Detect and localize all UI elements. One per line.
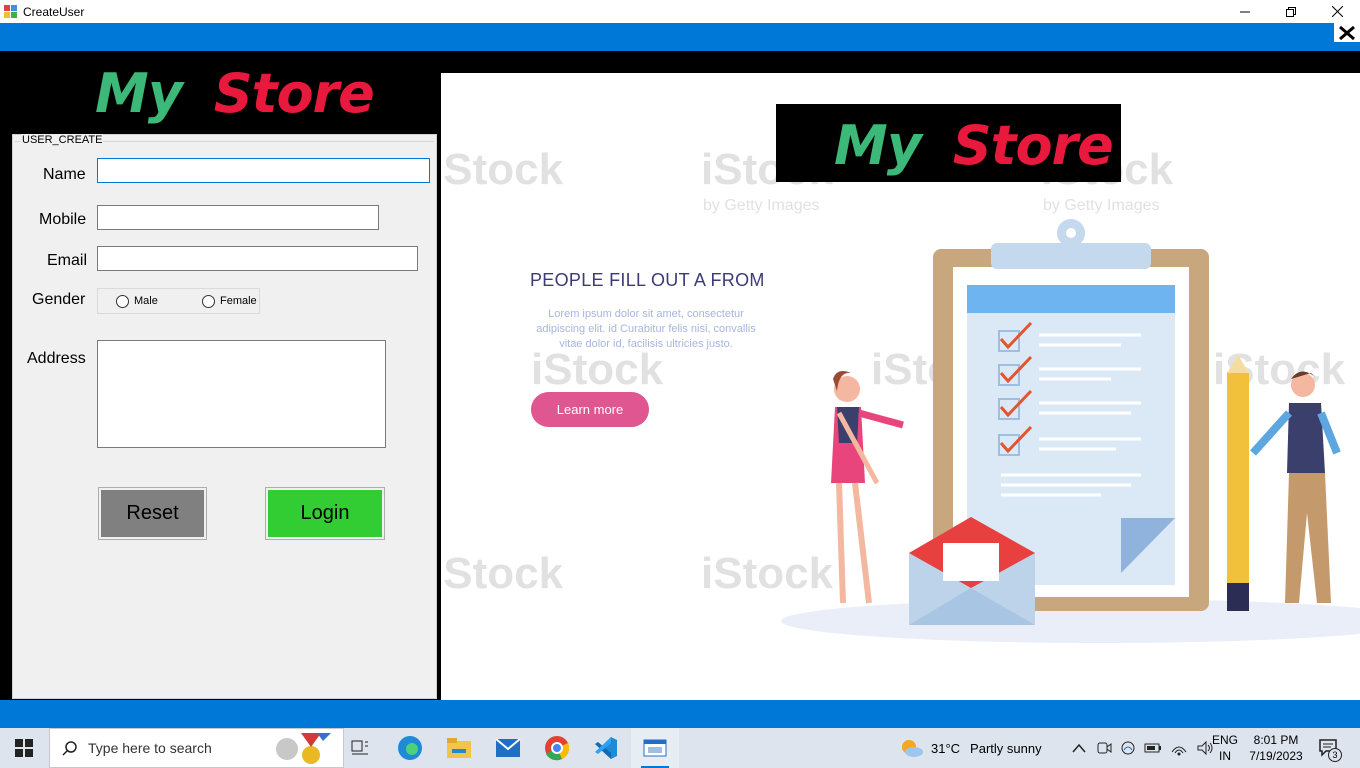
input-language[interactable]: ENG IN	[1210, 732, 1240, 764]
createuser-app-button[interactable]	[631, 728, 679, 768]
meet-now-icon[interactable]	[1096, 740, 1112, 756]
gender-label: Gender	[32, 291, 86, 308]
window-title: CreateUser	[23, 4, 85, 19]
close-icon	[1339, 25, 1355, 40]
edge-button[interactable]	[386, 728, 434, 768]
vscode-button[interactable]	[582, 728, 630, 768]
window-close-button[interactable]	[1314, 0, 1360, 23]
minimize-icon	[1240, 11, 1250, 12]
system-tray	[1066, 728, 1218, 768]
mobile-input[interactable]	[97, 205, 379, 230]
clipboard-illustration	[781, 219, 1360, 643]
male-label: Male	[134, 295, 158, 307]
user-create-group: USER_CREATE Name Mobile Email Gender Mal…	[12, 134, 437, 699]
battery-icon[interactable]	[1144, 741, 1162, 755]
minimize-button[interactable]	[1222, 0, 1268, 23]
clock-date: 7/19/2023	[1249, 749, 1303, 763]
email-label: Email	[47, 252, 88, 269]
weather-partly-sunny-icon	[902, 740, 923, 757]
reset-button-label: Reset	[126, 502, 179, 524]
female-label: Female	[220, 295, 257, 307]
mail-icon	[495, 738, 521, 757]
form-close-button[interactable]	[1334, 23, 1360, 42]
group-title: USER_CREATE	[21, 134, 104, 146]
top-blue-bar	[0, 23, 1360, 51]
task-view-icon	[351, 740, 368, 755]
login-button[interactable]: Login	[265, 487, 385, 540]
taskbar: Type here to search 31°C Partly sunny EN…	[0, 728, 1360, 768]
notification-center-button[interactable]: 3	[1318, 728, 1342, 768]
clock[interactable]: 8:01 PM 7/19/2023	[1248, 732, 1304, 764]
start-button[interactable]	[0, 728, 48, 768]
search-placeholder: Type here to search	[88, 740, 212, 756]
search-highlight-icon	[276, 733, 331, 764]
chevron-up-icon[interactable]	[1072, 743, 1086, 753]
restore-button[interactable]	[1268, 0, 1314, 23]
restore-icon	[1286, 6, 1296, 17]
app-window-icon	[643, 739, 667, 757]
name-input[interactable]	[97, 158, 430, 183]
search-icon	[62, 741, 77, 756]
clock-time: 8:01 PM	[1253, 733, 1299, 747]
store-logo: My Store	[95, 62, 375, 125]
window-titlebar: CreateUser	[0, 0, 1360, 23]
notification-badge: 3	[1328, 748, 1342, 762]
illustration-image: iStock iStock iStock by Getty Images by …	[441, 73, 1360, 700]
mail-button[interactable]	[484, 728, 532, 768]
network-cloud-icon[interactable]	[1120, 740, 1136, 756]
address-input[interactable]	[97, 340, 386, 448]
reset-button[interactable]: Reset	[98, 487, 207, 540]
edge-icon	[398, 736, 422, 760]
wifi-icon[interactable]	[1170, 740, 1188, 756]
file-explorer-button[interactable]	[435, 728, 483, 768]
gender-group: Male Female	[97, 288, 260, 314]
weather-text: Partly sunny	[970, 740, 1042, 756]
chrome-button[interactable]	[533, 728, 581, 768]
name-label: Name	[43, 166, 86, 183]
vscode-icon	[595, 737, 617, 759]
task-view-button[interactable]	[336, 728, 384, 768]
app-icon	[4, 4, 18, 19]
bottom-blue-bar	[0, 700, 1360, 728]
windows-icon	[15, 739, 33, 757]
chrome-icon	[545, 736, 570, 761]
login-button-label: Login	[300, 502, 350, 524]
mobile-label: Mobile	[39, 211, 87, 228]
female-radio[interactable]	[202, 295, 215, 308]
weather-widget[interactable]: 31°C Partly sunny	[899, 728, 1042, 768]
taskbar-search[interactable]: Type here to search	[49, 728, 344, 768]
male-radio[interactable]	[116, 295, 129, 308]
email-input[interactable]	[97, 246, 418, 271]
address-label: Address	[27, 350, 86, 367]
weather-temp: 31°C	[931, 740, 961, 756]
folder-icon	[447, 738, 471, 758]
close-icon	[1331, 6, 1343, 17]
